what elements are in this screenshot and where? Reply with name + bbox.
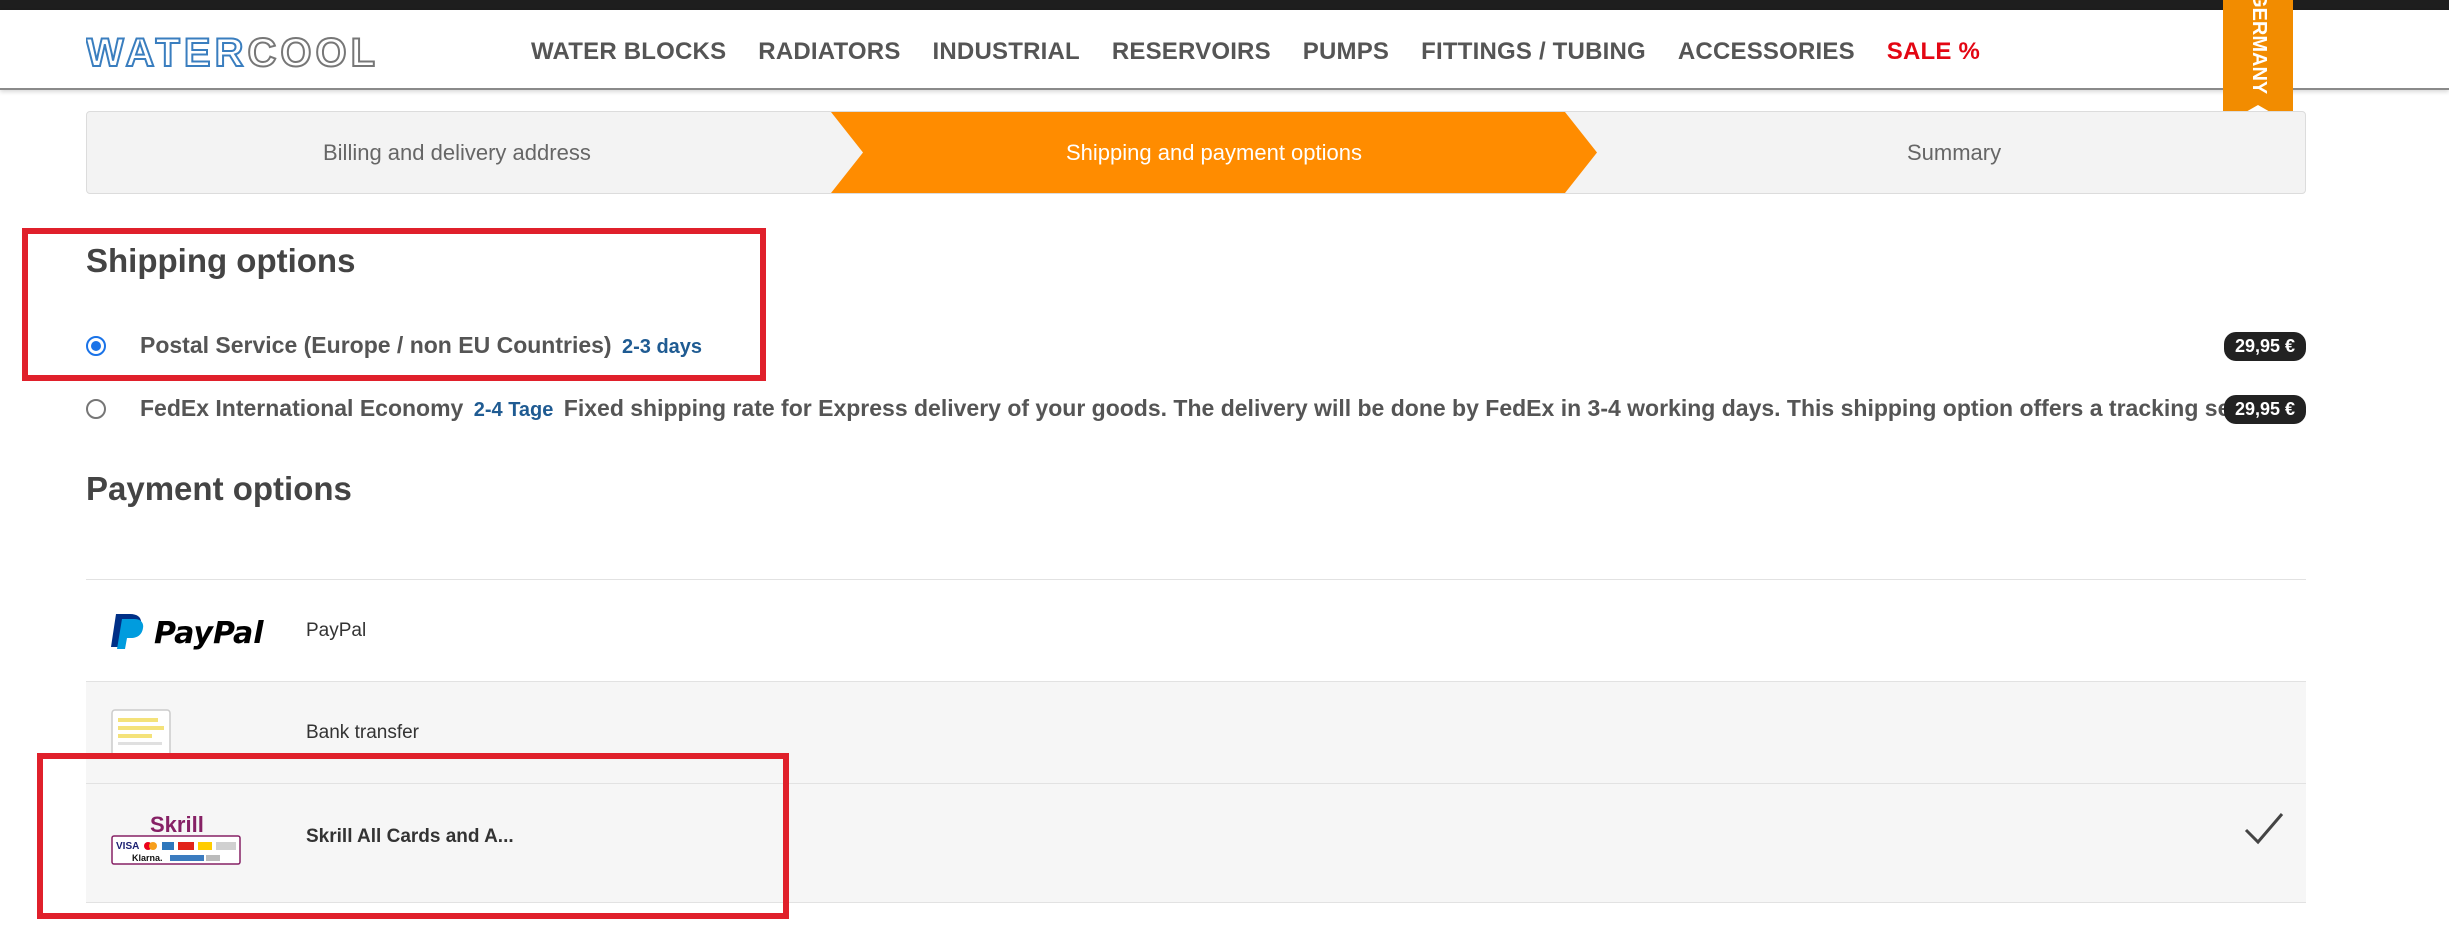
- shipping-option-text: FedEx International Economy 2-4 Tage Fix…: [140, 395, 2290, 422]
- klarna-text: Klarna.: [132, 853, 163, 863]
- watercool-logo[interactable]: WATERCOOL: [86, 32, 500, 72]
- shipping-option-postal[interactable]: Postal Service (Europe / non EU Countrie…: [86, 330, 2306, 364]
- step-summary: Summary: [1907, 140, 2002, 165]
- nav-reservoirs[interactable]: RESERVOIRS: [1112, 38, 1271, 66]
- nav-accessories[interactable]: ACCESSORIES: [1678, 38, 1855, 66]
- payment-option-bank-transfer[interactable]: Bank transfer: [86, 681, 2306, 783]
- skrill-wordmark: Skrill: [150, 812, 204, 837]
- payment-option-skrill[interactable]: Skrill VISA Klarna. Skrill All Cards and…: [86, 783, 2306, 903]
- shipping-name: FedEx International Economy: [140, 395, 464, 421]
- bank-transfer-icon: [110, 708, 270, 758]
- skrill-logo: Skrill VISA Klarna.: [110, 810, 270, 865]
- ribbon-text: MADE IN GERMANY: [2248, 0, 2270, 95]
- payment-label: Bank transfer: [306, 722, 419, 743]
- site-header: WATERCOOL WATER BLOCKS RADIATORS INDUSTR…: [0, 10, 2449, 90]
- shipping-name: Postal Service (Europe / non EU Countrie…: [140, 332, 612, 358]
- top-bar: [0, 0, 2449, 10]
- visa-text: VISA: [116, 841, 139, 852]
- shipping-description: Fixed shipping rate for Express delivery…: [563, 395, 2291, 421]
- shipping-radio-postal[interactable]: [86, 336, 106, 356]
- step-billing-address[interactable]: Billing and delivery address: [323, 140, 591, 166]
- nav-fittings-tubing[interactable]: FITTINGS / TUBING: [1421, 38, 1646, 66]
- svg-text:WATERCOOL: WATERCOOL: [86, 32, 379, 72]
- made-in-germany-ribbon: MADE IN GERMANY: [2223, 0, 2293, 125]
- payment-options-title: Payment options: [86, 470, 352, 507]
- paypal-logo: PayPal: [110, 606, 270, 656]
- step-shipping-payment-active: Shipping and payment options: [831, 112, 1597, 193]
- logo-water: WATER: [86, 32, 247, 72]
- main-nav: WATER BLOCKS RADIATORS INDUSTRIAL RESERV…: [531, 38, 1980, 66]
- shipping-price-badge: 29,95 €: [2223, 332, 2306, 361]
- shipping-days: 2-3 days: [621, 336, 703, 358]
- shipping-price-badge: 29,95 €: [2223, 395, 2306, 424]
- nav-sale[interactable]: SALE %: [1887, 38, 1980, 66]
- nav-radiators[interactable]: RADIATORS: [758, 38, 900, 66]
- nav-pumps[interactable]: PUMPS: [1303, 38, 1389, 66]
- nav-water-blocks[interactable]: WATER BLOCKS: [531, 38, 726, 66]
- paypal-wordmark: PayPal: [154, 616, 264, 651]
- shipping-radio-fedex[interactable]: [86, 399, 106, 419]
- shipping-option-text: Postal Service (Europe / non EU Countrie…: [140, 332, 702, 359]
- shipping-option-fedex[interactable]: FedEx International Economy 2-4 Tage Fix…: [86, 393, 2306, 427]
- shipping-options-title: Shipping options: [86, 242, 356, 279]
- step-shipping-payment-label: Shipping and payment options: [1066, 140, 1362, 165]
- nav-industrial[interactable]: INDUSTRIAL: [933, 38, 1080, 66]
- checkout-steps: Billing and delivery address Shipping an…: [86, 111, 2306, 194]
- payment-options-list: PayPal PayPal Bank transfer Skrill VISA: [86, 579, 2306, 903]
- checkmark-icon: [2242, 806, 2286, 850]
- logo-cool: COOL: [247, 32, 379, 72]
- payment-label: Skrill All Cards and A...: [306, 826, 514, 847]
- payment-option-paypal[interactable]: PayPal PayPal: [86, 579, 2306, 681]
- shipping-days: 2-4 Tage: [473, 399, 554, 421]
- payment-label: PayPal: [306, 620, 367, 641]
